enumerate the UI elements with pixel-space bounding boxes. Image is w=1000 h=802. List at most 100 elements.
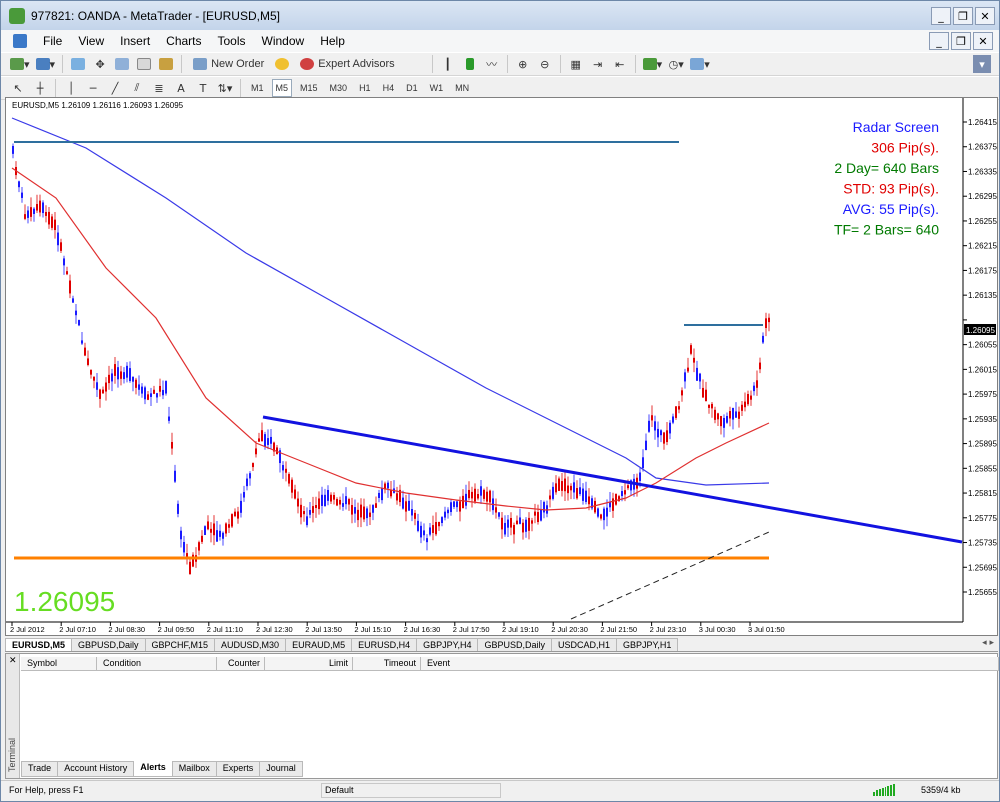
menu-view[interactable]: View bbox=[70, 34, 112, 48]
price-chart[interactable]: 1.26415 1.26375 1.26335 1.26295 1.26255 1.262… bbox=[6, 98, 997, 635]
chart-tab[interactable]: GBPCHF,M15 bbox=[144, 638, 216, 651]
candle-body bbox=[342, 503, 344, 507]
col-counter[interactable]: Counter bbox=[217, 657, 265, 671]
status-profile[interactable]: Default bbox=[321, 783, 501, 798]
cursor-icon[interactable]: ↖ bbox=[9, 79, 27, 97]
candle-body bbox=[168, 416, 170, 421]
timeframe-d1[interactable]: D1 bbox=[402, 79, 422, 97]
timeframe-w1[interactable]: W1 bbox=[426, 79, 448, 97]
vertical-line-icon[interactable]: │ bbox=[62, 79, 80, 97]
timeframe-h4[interactable]: H4 bbox=[379, 79, 399, 97]
chart-tab[interactable]: GBPUSD,Daily bbox=[71, 638, 146, 651]
menu-insert[interactable]: Insert bbox=[112, 34, 158, 48]
menu-charts[interactable]: Charts bbox=[158, 34, 209, 48]
candle-body bbox=[354, 507, 356, 514]
menu-tools[interactable]: Tools bbox=[210, 34, 254, 48]
channel-icon[interactable]: ⫽ bbox=[128, 79, 146, 97]
tab-scroll-arrows-icon[interactable]: ◂ ▸ bbox=[982, 638, 994, 648]
chart-tab[interactable]: EURUSD,H4 bbox=[351, 638, 418, 651]
zoom-in-icon[interactable]: ⊕ bbox=[514, 55, 532, 73]
metaeditor-icon[interactable] bbox=[273, 55, 291, 73]
templates-icon[interactable]: ▾ bbox=[689, 55, 711, 73]
periods-icon[interactable]: ◷▾ bbox=[667, 55, 685, 73]
timeframe-h1[interactable]: H1 bbox=[355, 79, 375, 97]
dashed-trendline[interactable] bbox=[570, 531, 770, 620]
close-button[interactable]: ✕ bbox=[975, 7, 995, 25]
terminal-tab[interactable]: Mailbox bbox=[171, 761, 217, 777]
indicators-icon[interactable]: ▾ bbox=[642, 55, 664, 73]
crosshair-icon[interactable]: ┼ bbox=[31, 79, 49, 97]
chart-tab[interactable]: GBPJPY,H1 bbox=[615, 638, 679, 651]
timeframe-m5[interactable]: M5 bbox=[271, 79, 293, 97]
candlestick-icon[interactable] bbox=[461, 55, 479, 73]
bar-chart-icon[interactable]: ┃ bbox=[439, 55, 457, 73]
terminal-icon[interactable] bbox=[135, 55, 153, 73]
connection-status-icon[interactable] bbox=[873, 784, 895, 796]
chart-document-icon[interactable] bbox=[13, 34, 27, 48]
chart-close-button[interactable]: ✕ bbox=[973, 32, 993, 50]
toolbar-chevron-icon[interactable]: ▾ bbox=[973, 55, 991, 73]
chart-tab[interactable]: AUDUSD,M30 bbox=[214, 638, 287, 651]
timeframe-mn[interactable]: MN bbox=[451, 79, 473, 97]
candle-body bbox=[177, 503, 179, 514]
menu-help[interactable]: Help bbox=[312, 34, 353, 48]
timeframe-m30[interactable]: M30 bbox=[326, 79, 352, 97]
candle-body bbox=[288, 474, 290, 484]
auto-scroll-icon[interactable]: ⇥ bbox=[589, 55, 607, 73]
col-timeout[interactable]: Timeout bbox=[353, 657, 421, 671]
line-chart-icon[interactable]: 〰 bbox=[483, 55, 501, 73]
chart-tab[interactable]: GBPUSD,Daily bbox=[477, 638, 552, 651]
candle-body bbox=[408, 500, 410, 511]
candle-body bbox=[645, 440, 647, 451]
text-label-icon[interactable]: T bbox=[194, 79, 212, 97]
strategy-tester-icon[interactable] bbox=[157, 55, 175, 73]
profiles-icon[interactable]: ▾ bbox=[35, 55, 57, 73]
candle-body bbox=[684, 372, 686, 382]
new-order-button[interactable]: New Order bbox=[188, 55, 269, 73]
terminal-tab[interactable]: Trade bbox=[21, 761, 59, 777]
trendline-icon[interactable]: ╱ bbox=[106, 79, 124, 97]
alerts-table-header: Symbol Condition Counter Limit Timeout E… bbox=[21, 657, 999, 671]
chart-tab[interactable]: USDCAD,H1 bbox=[550, 638, 617, 651]
chart-minimize-button[interactable]: _ bbox=[929, 32, 949, 50]
market-watch-icon[interactable] bbox=[69, 55, 87, 73]
col-condition[interactable]: Condition bbox=[97, 657, 217, 671]
candle-body bbox=[327, 489, 329, 501]
chart-tab[interactable]: EURAUD,M5 bbox=[285, 638, 353, 651]
expert-advisors-button[interactable]: Expert Advisors bbox=[295, 55, 399, 73]
menu-file[interactable]: File bbox=[35, 34, 70, 48]
col-event[interactable]: Event bbox=[421, 657, 999, 671]
terminal-tab[interactable]: Journal bbox=[259, 761, 303, 777]
y-tick-label: 1.26255 bbox=[968, 217, 997, 226]
chart-shift-icon[interactable]: ⇤ bbox=[611, 55, 629, 73]
candle-body bbox=[153, 389, 155, 394]
chart-tab[interactable]: GBPJPY,H4 bbox=[416, 638, 479, 651]
menu-window[interactable]: Window bbox=[254, 34, 313, 48]
col-symbol[interactable]: Symbol bbox=[21, 657, 97, 671]
chart-restore-button[interactable]: ❐ bbox=[951, 32, 971, 50]
new-chart-icon[interactable]: ▾ bbox=[9, 55, 31, 73]
minimize-button[interactable]: _ bbox=[931, 7, 951, 25]
timeframe-m15[interactable]: M15 bbox=[296, 79, 322, 97]
text-icon[interactable]: A bbox=[172, 79, 190, 97]
arrows-icon[interactable]: ⇅▾ bbox=[216, 79, 234, 97]
timeframe-m1[interactable]: M1 bbox=[247, 79, 268, 97]
zoom-out-icon[interactable]: ⊖ bbox=[536, 55, 554, 73]
chart-tab[interactable]: EURUSD,M5 bbox=[5, 638, 73, 651]
col-limit[interactable]: Limit bbox=[265, 657, 353, 671]
candle-body bbox=[621, 491, 623, 497]
terminal-tab[interactable]: Alerts bbox=[133, 761, 173, 777]
terminal-close-icon[interactable]: ✕ bbox=[9, 656, 17, 666]
restore-button[interactable]: ❐ bbox=[953, 7, 973, 25]
fibonacci-icon[interactable]: ≣ bbox=[150, 79, 168, 97]
horizontal-line-icon[interactable]: ─ bbox=[84, 79, 102, 97]
tile-windows-icon[interactable]: ▦ bbox=[567, 55, 585, 73]
trendline[interactable] bbox=[262, 415, 963, 544]
terminal-tab[interactable]: Experts bbox=[215, 761, 261, 777]
candle-body bbox=[669, 422, 671, 434]
data-window-icon[interactable] bbox=[113, 55, 131, 73]
terminal-tab[interactable]: Account History bbox=[57, 761, 135, 777]
candle-body bbox=[549, 495, 551, 500]
navigator-icon[interactable]: ✥ bbox=[91, 55, 109, 73]
candle-body bbox=[402, 497, 404, 509]
